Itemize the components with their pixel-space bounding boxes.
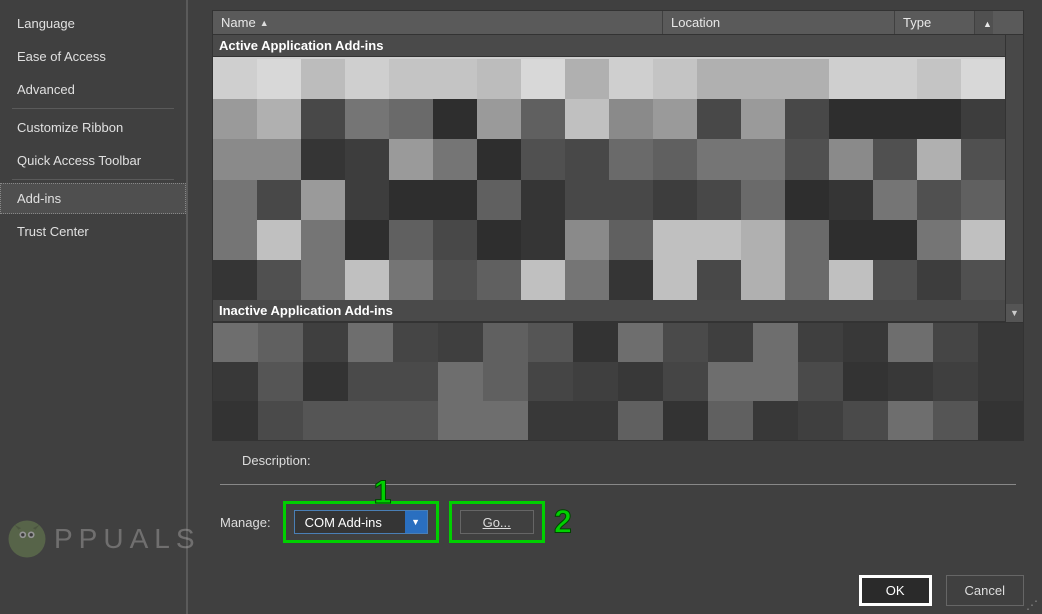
sidebar-item-label: Quick Access Toolbar [17, 153, 141, 168]
group-header-inactive: Inactive Application Add-ins [213, 300, 1005, 322]
column-header-label: Name [221, 15, 256, 30]
vertical-scrollbar[interactable]: ▼ [1005, 35, 1023, 322]
sidebar-separator [12, 179, 174, 180]
group-header-active: Active Application Add-ins [213, 35, 1005, 57]
horizontal-separator [220, 484, 1016, 485]
annotation-box-2: 2 Go... [449, 501, 545, 543]
manage-dropdown-value: COM Add-ins [295, 511, 405, 533]
cancel-button[interactable]: Cancel [946, 575, 1024, 606]
manage-label: Manage: [220, 515, 271, 530]
manage-row: Manage: 1 COM Add-ins ▼ 2 Go... [212, 493, 1024, 551]
manage-dropdown[interactable]: COM Add-ins ▼ [294, 510, 428, 534]
dropdown-button[interactable]: ▼ [405, 511, 427, 533]
main-panel: Name ▲ Location Type ▲ Active Applicatio… [188, 0, 1042, 614]
column-header-label: Location [671, 15, 720, 30]
censored-content-lower [213, 323, 1023, 440]
column-header-type[interactable]: Type [895, 11, 975, 34]
sort-ascending-icon: ▲ [260, 18, 269, 28]
annotation-number-2: 2 [554, 504, 572, 541]
scroll-track[interactable] [1006, 35, 1023, 304]
watermark-text: PPUALS [54, 523, 201, 555]
sidebar-item-trust-center[interactable]: Trust Center [0, 216, 186, 247]
sidebar-item-customize-ribbon[interactable]: Customize Ribbon [0, 112, 186, 143]
annotation-box-1: 1 COM Add-ins ▼ [283, 501, 439, 543]
go-button[interactable]: Go... [460, 510, 534, 534]
ok-button[interactable]: OK [859, 575, 932, 606]
scroll-up-button[interactable]: ▲ [975, 11, 993, 34]
sidebar-separator [12, 108, 174, 109]
censored-content-active [213, 59, 1005, 300]
addins-lower-section [212, 323, 1024, 441]
chevron-up-icon: ▲ [983, 19, 992, 29]
table-rows-area[interactable]: Active Application Add-ins Inactive Appl… [213, 35, 1005, 322]
description-label: Description: [242, 453, 311, 468]
column-header-label: Type [903, 15, 931, 30]
sidebar-item-ease-of-access[interactable]: Ease of Access [0, 41, 186, 72]
sidebar-item-label: Advanced [17, 82, 75, 97]
sidebar-item-advanced[interactable]: Advanced [0, 74, 186, 105]
cancel-button-label: Cancel [965, 583, 1005, 598]
watermark-logo-icon [6, 518, 48, 560]
sidebar-item-quick-access-toolbar[interactable]: Quick Access Toolbar [0, 145, 186, 176]
go-button-label: Go... [483, 515, 511, 530]
annotation-number-1: 1 [374, 474, 392, 511]
chevron-down-icon: ▼ [411, 517, 420, 527]
description-row: Description: [212, 441, 1024, 476]
addins-table-header: Name ▲ Location Type ▲ [212, 10, 1024, 35]
sidebar-item-label: Trust Center [17, 224, 89, 239]
addins-table-body: Active Application Add-ins Inactive Appl… [212, 35, 1024, 323]
ok-button-label: OK [886, 583, 905, 598]
sidebar-item-label: Customize Ribbon [17, 120, 123, 135]
watermark: PPUALS [6, 518, 201, 560]
column-header-location[interactable]: Location [663, 11, 895, 34]
sidebar-item-add-ins[interactable]: Add-ins [0, 183, 186, 214]
dialog-footer-buttons: OK Cancel [859, 575, 1024, 606]
column-header-name[interactable]: Name ▲ [213, 11, 663, 34]
sidebar-item-language[interactable]: Language [0, 8, 186, 39]
resize-grip-icon[interactable]: ⋰ [1026, 598, 1040, 612]
chevron-down-icon: ▼ [1010, 308, 1019, 318]
sidebar-item-label: Add-ins [17, 191, 61, 206]
sidebar-item-label: Ease of Access [17, 49, 106, 64]
sidebar-item-label: Language [17, 16, 75, 31]
scroll-down-button[interactable]: ▼ [1006, 304, 1023, 322]
